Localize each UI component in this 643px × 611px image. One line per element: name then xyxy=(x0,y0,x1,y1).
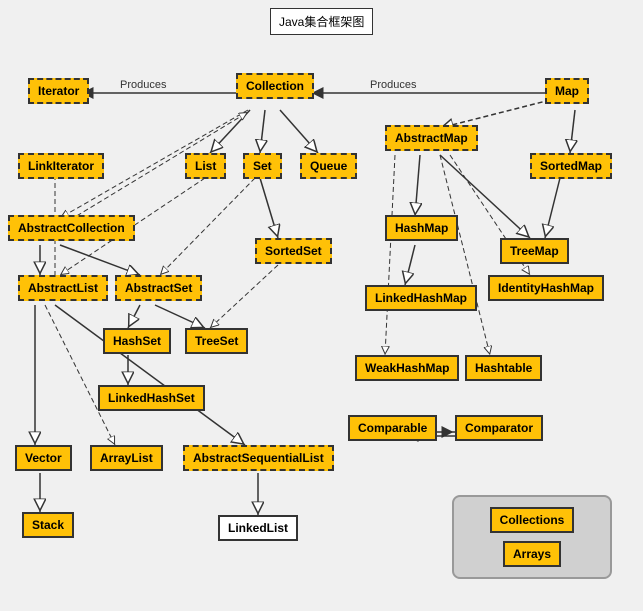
diagram: Produces Produces Produces xyxy=(0,0,643,611)
node-arrays: Arrays xyxy=(503,541,561,567)
node-hashmap: HashMap xyxy=(385,215,458,241)
node-arraylist: ArrayList xyxy=(90,445,163,471)
node-sortedmap: SortedMap xyxy=(530,153,612,179)
node-hashtable: Hashtable xyxy=(465,355,542,381)
node-linkiterator: LinkIterator xyxy=(18,153,104,179)
node-iterator: Iterator xyxy=(28,78,89,104)
node-collection: Collection xyxy=(236,73,314,99)
svg-text:Produces: Produces xyxy=(370,79,417,91)
node-identityhashmap: IdentityHashMap xyxy=(488,275,604,301)
node-comparable: Comparable xyxy=(348,415,437,441)
node-abstractset: AbstractSet xyxy=(115,275,202,301)
node-linkedhashmap: LinkedHashMap xyxy=(365,285,477,311)
node-map: Map xyxy=(545,78,589,104)
node-queue: Queue xyxy=(300,153,357,179)
node-vector: Vector xyxy=(15,445,72,471)
node-collections: Collections xyxy=(490,507,575,533)
legend-box: Collections Arrays xyxy=(452,495,612,579)
node-list: List xyxy=(185,153,226,179)
node-sortedset: SortedSet xyxy=(255,238,332,264)
node-treeset: TreeSet xyxy=(185,328,248,354)
node-abstractsequentiallist: AbstractSequentialList xyxy=(183,445,334,471)
node-abstractmap: AbstractMap xyxy=(385,125,478,151)
node-weakhashmap: WeakHashMap xyxy=(355,355,459,381)
node-stack: Stack xyxy=(22,512,74,538)
node-linkedhashset: LinkedHashSet xyxy=(98,385,205,411)
node-treemap: TreeMap xyxy=(500,238,569,264)
node-comparator: Comparator xyxy=(455,415,543,441)
title-node: Java集合框架图 xyxy=(270,8,373,35)
node-abstractcollection: AbstractCollection xyxy=(8,215,135,241)
node-abstractlist: AbstractList xyxy=(18,275,108,301)
node-hashset: HashSet xyxy=(103,328,171,354)
node-linkedlist: LinkedList xyxy=(218,515,298,541)
svg-text:Produces: Produces xyxy=(120,79,167,91)
node-set: Set xyxy=(243,153,282,179)
